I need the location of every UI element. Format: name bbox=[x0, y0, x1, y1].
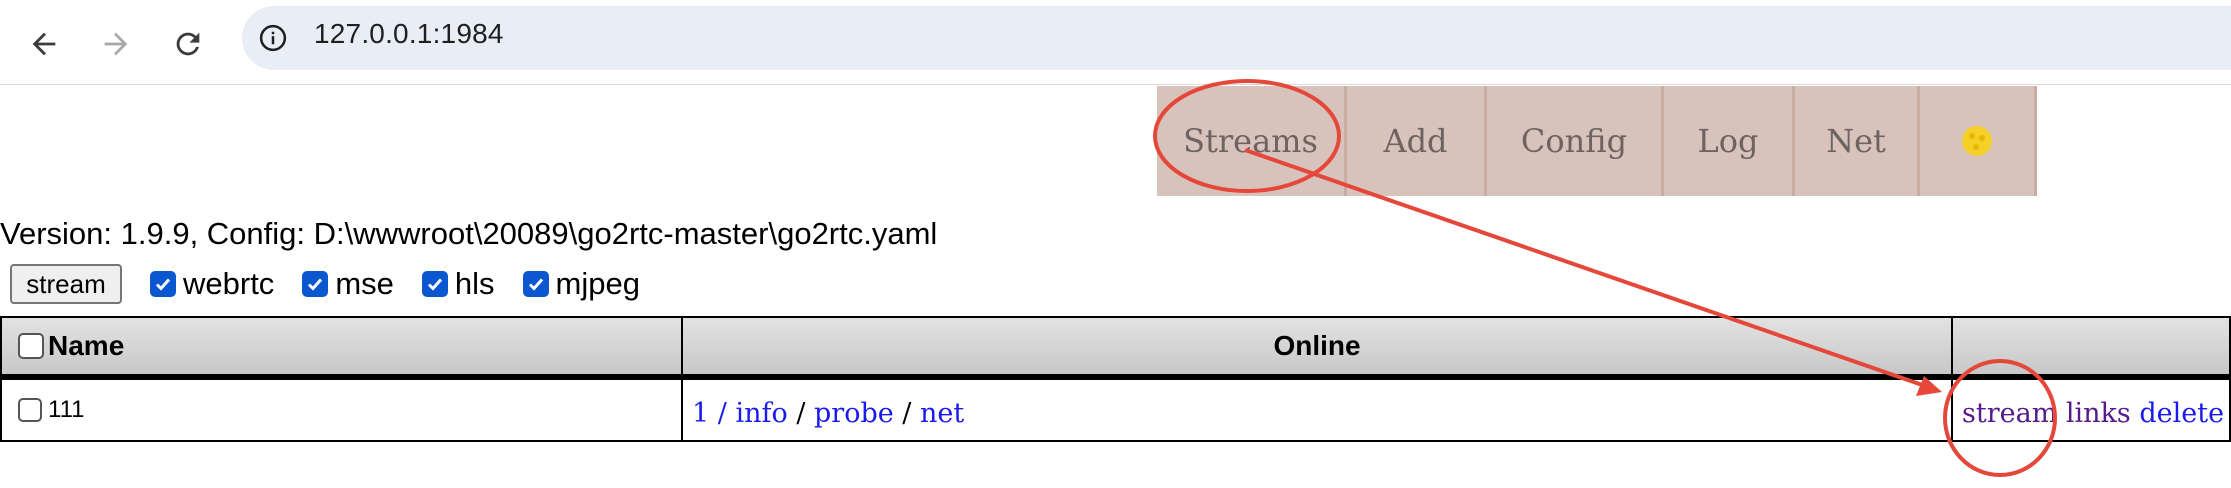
streams-table: Name Online 111 1 / info / probe / net s… bbox=[0, 316, 2231, 442]
mse-label[interactable]: mse bbox=[335, 266, 394, 302]
mse-checkbox[interactable] bbox=[302, 271, 329, 297]
online-count-link[interactable]: 1 bbox=[692, 398, 709, 429]
separator: / bbox=[787, 398, 814, 429]
option-hls[interactable]: hls bbox=[421, 266, 495, 302]
url-text[interactable]: 127.0.0.1:1984 bbox=[314, 18, 504, 50]
separator: / bbox=[893, 398, 920, 429]
stream-link[interactable]: stream bbox=[1962, 398, 2057, 429]
option-mjpeg[interactable]: mjpeg bbox=[522, 266, 640, 302]
option-mse[interactable]: mse bbox=[302, 266, 394, 302]
hls-label[interactable]: hls bbox=[455, 266, 495, 302]
nav-net[interactable]: Net bbox=[1795, 86, 1920, 196]
delete-link[interactable]: delete bbox=[2139, 398, 2224, 429]
mjpeg-label[interactable]: mjpeg bbox=[556, 266, 640, 302]
webrtc-label[interactable]: webrtc bbox=[183, 266, 274, 302]
reload-button[interactable] bbox=[158, 14, 218, 74]
nav-add[interactable]: Add bbox=[1347, 86, 1487, 196]
address-bar[interactable] bbox=[242, 6, 2231, 70]
browser-toolbar: 127.0.0.1:1984 bbox=[0, 0, 2231, 85]
row-actions-cell: stream links delete bbox=[1962, 398, 2224, 429]
probe-link[interactable]: probe bbox=[814, 398, 894, 429]
nav-streams[interactable]: Streams bbox=[1157, 86, 1347, 196]
stream-name: 111 bbox=[48, 396, 85, 423]
nav-config[interactable]: Config bbox=[1487, 86, 1664, 196]
option-webrtc[interactable]: webrtc bbox=[150, 266, 274, 302]
forward-arrow-icon bbox=[104, 32, 128, 56]
forward-button[interactable] bbox=[86, 14, 146, 74]
theme-toggle[interactable] bbox=[1920, 86, 2037, 196]
site-info-icon[interactable] bbox=[256, 21, 290, 55]
row-online-cell: 1 / info / probe / net bbox=[692, 398, 964, 429]
header-name: Name bbox=[18, 330, 124, 362]
net-link[interactable]: net bbox=[920, 398, 964, 429]
version-info: Version: 1.9.9, Config: D:\wwwroot\20089… bbox=[0, 216, 938, 251]
table-row bbox=[0, 380, 2231, 442]
info-link[interactable]: info bbox=[735, 398, 787, 429]
reload-icon bbox=[176, 32, 200, 56]
mjpeg-checkbox[interactable] bbox=[522, 271, 549, 297]
stream-button[interactable]: stream bbox=[10, 264, 122, 304]
links-link[interactable]: links bbox=[2066, 398, 2131, 429]
nav-log[interactable]: Log bbox=[1664, 86, 1795, 196]
online-count-sep: / bbox=[709, 398, 736, 429]
back-button[interactable] bbox=[14, 14, 74, 74]
webrtc-checkbox[interactable] bbox=[150, 271, 176, 297]
main-nav: Streams Add Config Log Net bbox=[1157, 86, 2037, 196]
row-checkbox[interactable] bbox=[18, 398, 42, 422]
cookie-icon bbox=[1962, 126, 1992, 156]
header-name-label: Name bbox=[48, 330, 125, 361]
back-arrow-icon bbox=[32, 32, 56, 56]
select-all-checkbox[interactable] bbox=[18, 333, 44, 359]
header-online: Online bbox=[1273, 330, 1361, 361]
hls-checkbox[interactable] bbox=[421, 271, 448, 297]
row-name-cell: 111 bbox=[18, 396, 84, 424]
stream-controls: stream webrtc mse hls mjpeg bbox=[10, 264, 668, 304]
